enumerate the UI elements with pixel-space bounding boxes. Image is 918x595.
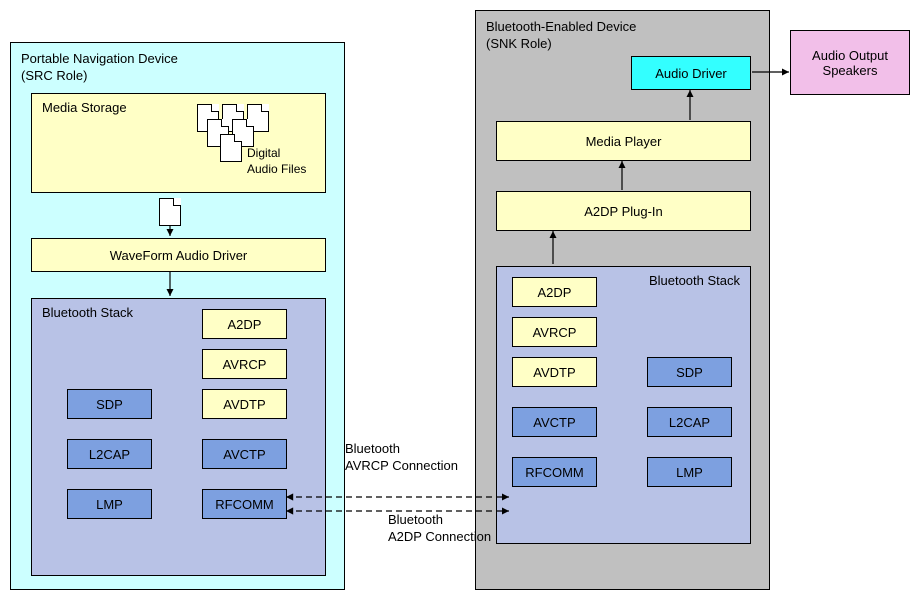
media-player: Media Player <box>496 121 751 161</box>
src-l2cap: L2CAP <box>67 439 152 469</box>
sink-stack-title: Bluetooth Stack <box>649 273 740 290</box>
media-storage: Media Storage Digital Audio Files <box>31 93 326 193</box>
a2dp-plugin: A2DP Plug-In <box>496 191 751 231</box>
media-storage-title: Media Storage <box>42 100 127 117</box>
source-title: Portable Navigation Device (SRC Role) <box>21 51 178 85</box>
snk-lmp: LMP <box>647 457 732 487</box>
snk-a2dp: A2DP <box>512 277 597 307</box>
src-rfcomm: RFCOMM <box>202 489 287 519</box>
avrcp-conn-label: Bluetooth AVRCP Connection <box>345 441 458 475</box>
file-icon <box>220 134 242 162</box>
audio-output-speakers: Audio Output Speakers <box>790 30 910 95</box>
snk-avctp: AVCTP <box>512 407 597 437</box>
sink-bt-stack: Bluetooth Stack A2DP AVRCP AVDTP SDP AVC… <box>496 266 751 544</box>
snk-sdp: SDP <box>647 357 732 387</box>
src-avrcp: AVRCP <box>202 349 287 379</box>
src-a2dp: A2DP <box>202 309 287 339</box>
src-sdp: SDP <box>67 389 152 419</box>
sink-device: Bluetooth-Enabled Device (SNK Role) Audi… <box>475 10 770 590</box>
snk-avrcp: AVRCP <box>512 317 597 347</box>
src-avctp: AVCTP <box>202 439 287 469</box>
sink-title: Bluetooth-Enabled Device (SNK Role) <box>486 19 636 53</box>
source-device: Portable Navigation Device (SRC Role) Me… <box>10 42 345 590</box>
snk-avdtp: AVDTP <box>512 357 597 387</box>
audio-driver: Audio Driver <box>631 56 751 90</box>
waveform-driver: WaveForm Audio Driver <box>31 238 326 272</box>
snk-rfcomm: RFCOMM <box>512 457 597 487</box>
file-icon <box>159 198 181 226</box>
source-bt-stack: Bluetooth Stack A2DP AVRCP SDP AVDTP L2C… <box>31 298 326 576</box>
source-stack-title: Bluetooth Stack <box>42 305 133 322</box>
src-lmp: LMP <box>67 489 152 519</box>
a2dp-conn-label: Bluetooth A2DP Connection <box>388 512 491 546</box>
src-avdtp: AVDTP <box>202 389 287 419</box>
files-label: Digital Audio Files <box>247 146 306 177</box>
snk-l2cap: L2CAP <box>647 407 732 437</box>
